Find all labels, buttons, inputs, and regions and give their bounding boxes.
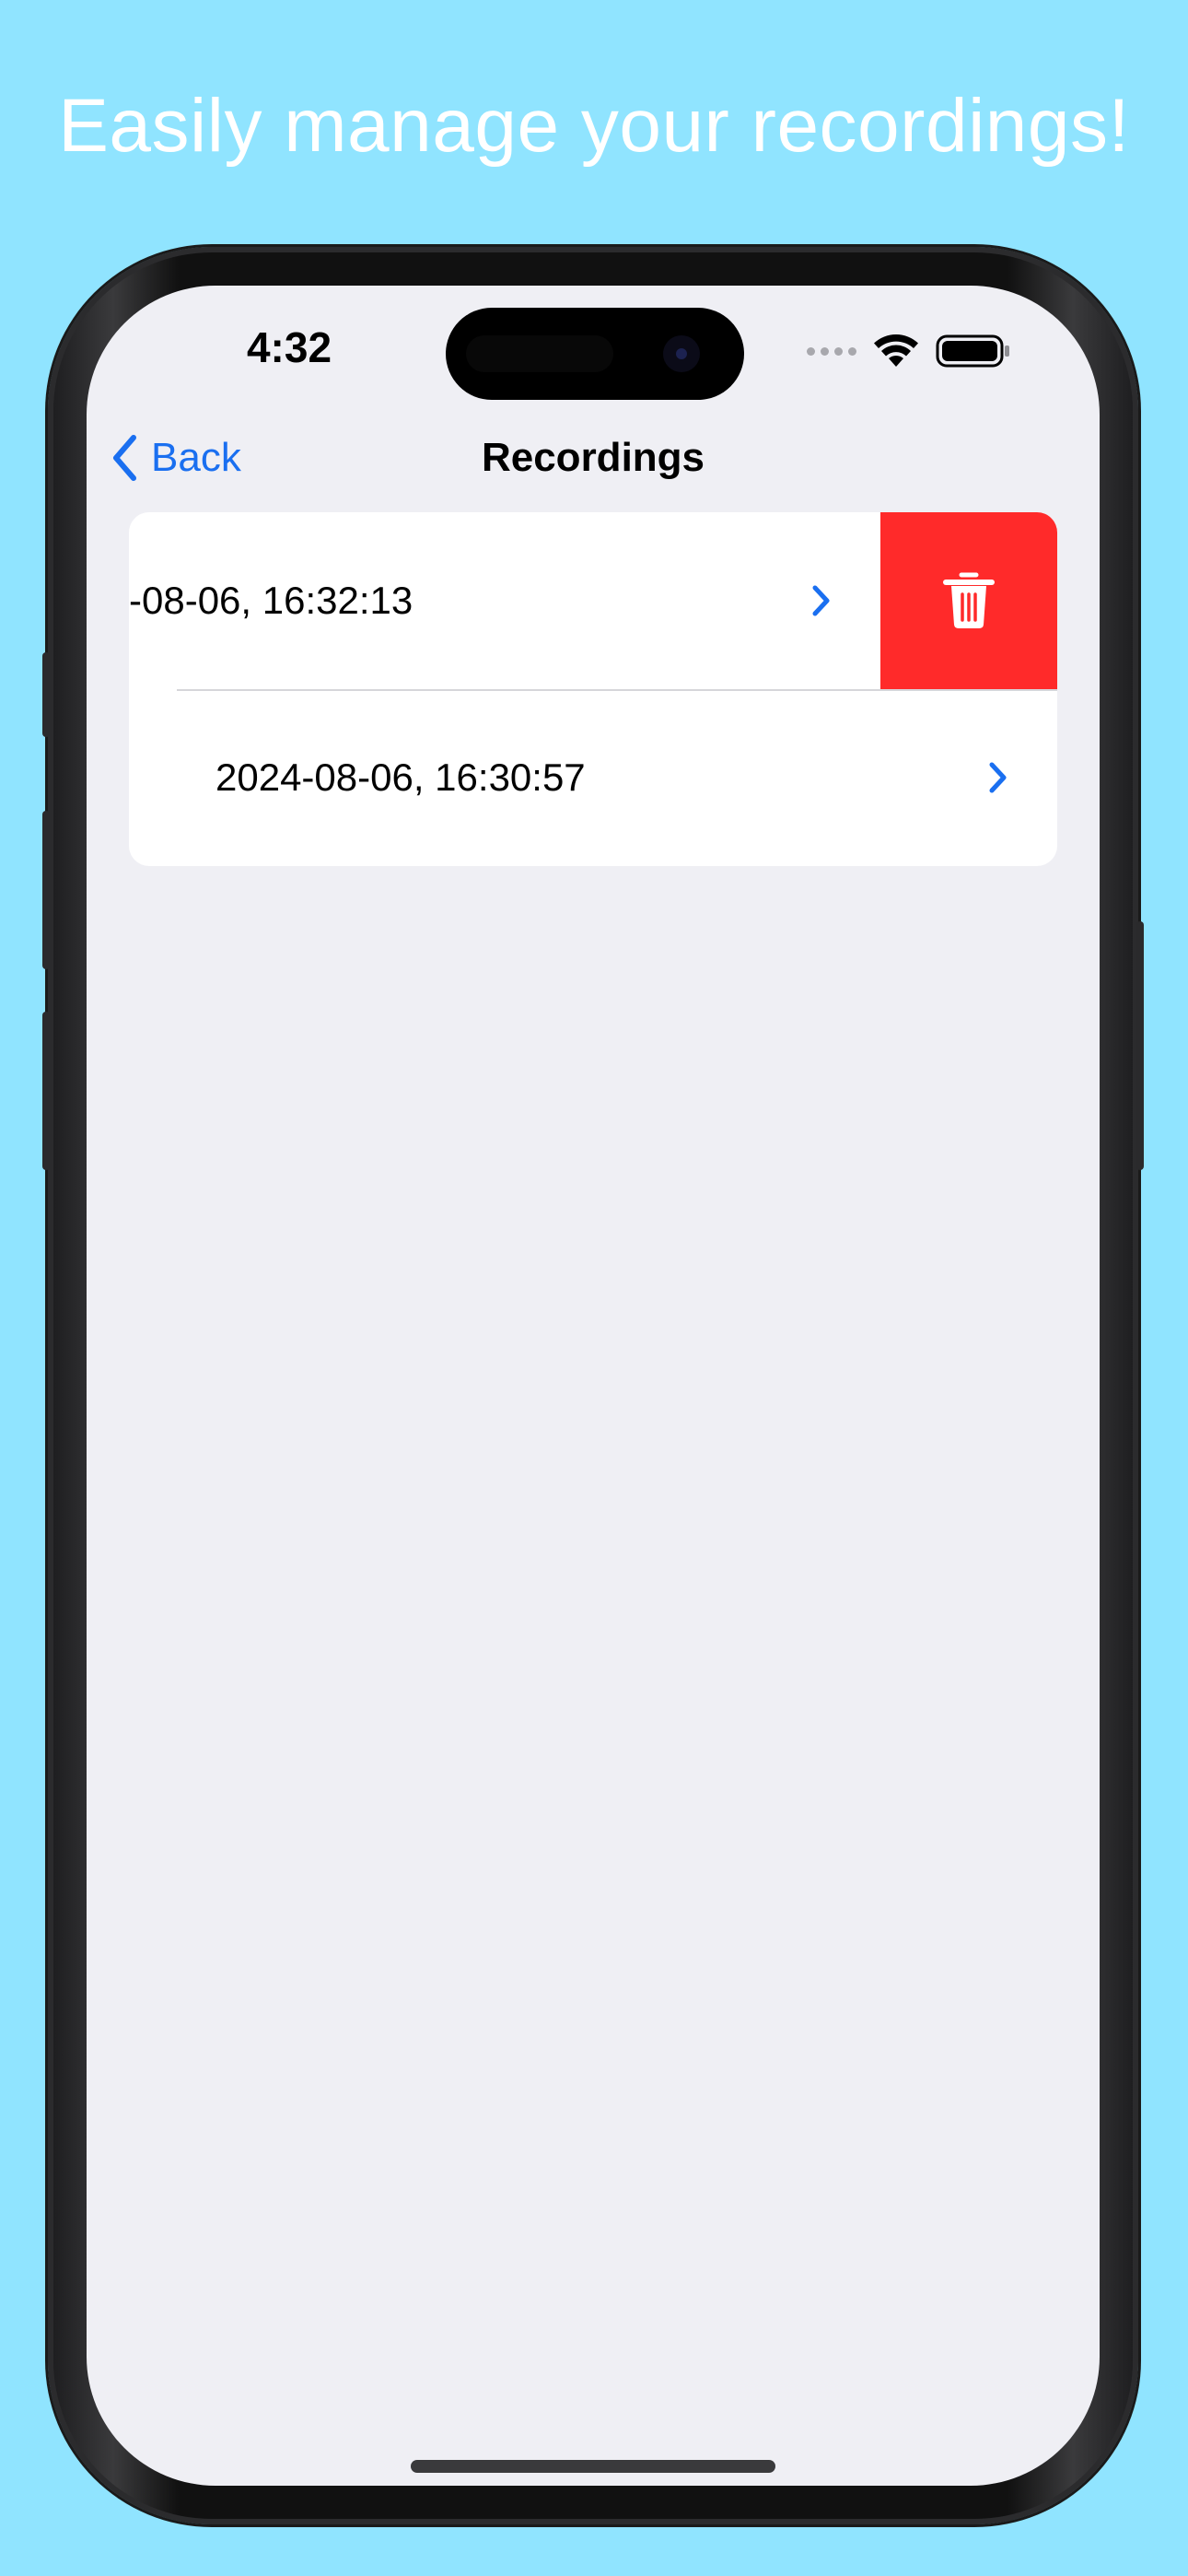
delete-button[interactable] xyxy=(880,512,1057,689)
recordings-list: -08-06, 16:32:13 2024-08-06, 16:30:57 xyxy=(129,512,1057,866)
volume-up-button xyxy=(42,811,50,969)
face-id-sensor xyxy=(466,335,613,372)
chevron-right-icon xyxy=(812,585,830,616)
camera-lens xyxy=(676,348,687,359)
volume-down-button xyxy=(42,1012,50,1170)
status-time: 4:32 xyxy=(246,323,332,371)
battery-icon xyxy=(936,334,1009,368)
status-icons xyxy=(807,328,1011,374)
chevron-right-icon xyxy=(989,762,1007,793)
cellular-signal-icon xyxy=(807,346,856,356)
recording-date-label: 2024-08-06, 16:30:57 xyxy=(215,755,586,799)
list-item-recording[interactable]: 2024-08-06, 16:30:57 xyxy=(129,689,1057,866)
power-button xyxy=(1136,921,1144,1170)
recording-date-label: -08-06, 16:32:13 xyxy=(129,579,413,622)
dynamic-island xyxy=(446,308,744,400)
trash-icon xyxy=(943,572,995,628)
home-indicator[interactable] xyxy=(411,2460,775,2473)
page-title: Recordings xyxy=(481,435,705,480)
phone-screen: 4:32 Back Recordings -08-06, 16:32:13 20… xyxy=(87,286,1100,2486)
wifi-icon xyxy=(874,334,918,367)
action-button xyxy=(42,652,50,737)
promo-headline: Easily manage your recordings! xyxy=(58,84,1130,168)
